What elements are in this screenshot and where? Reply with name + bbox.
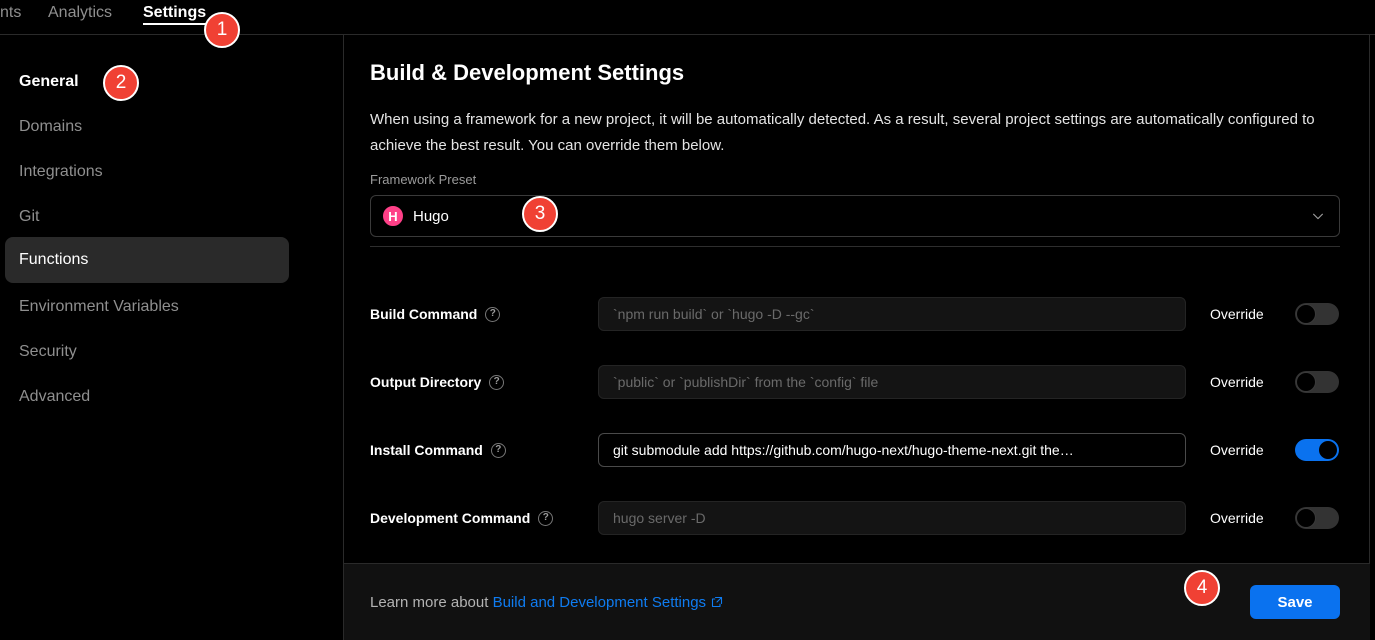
development-command-placeholder: hugo server -D xyxy=(613,510,706,526)
output-directory-override-label: Override xyxy=(1210,365,1264,399)
build-command-input[interactable]: `npm run build` or `hugo -D --gc` xyxy=(598,297,1186,331)
save-button[interactable]: Save xyxy=(1250,585,1340,619)
section-divider xyxy=(370,246,1340,247)
sidebar-item-label: Environment Variables xyxy=(19,298,179,316)
framework-preset-select[interactable]: H Hugo xyxy=(370,195,1340,237)
toggle-knob xyxy=(1296,508,1316,528)
output-directory-override-toggle[interactable] xyxy=(1295,371,1339,393)
annotation-badge-3: 3 xyxy=(522,196,558,232)
form-row-install-command: Install Command ? git submodule add http… xyxy=(344,433,1370,467)
learn-more-prefix: Learn more about xyxy=(370,594,493,611)
sidebar-item-domains[interactable]: Domains xyxy=(5,104,289,150)
sidebar-item-functions[interactable]: Functions xyxy=(5,237,289,283)
sidebar-item-advanced[interactable]: Advanced xyxy=(5,374,289,420)
form-row-development-command: Development Command ? hugo server -D Ove… xyxy=(344,501,1370,535)
toggle-knob xyxy=(1296,304,1316,324)
sidebar-item-git[interactable]: Git xyxy=(5,194,289,240)
development-command-label: Development Command ? xyxy=(370,501,553,535)
output-directory-label: Output Directory ? xyxy=(370,365,504,399)
development-command-override-label: Override xyxy=(1210,501,1264,535)
question-mark-icon[interactable]: ? xyxy=(538,511,553,526)
badge-number: 3 xyxy=(535,203,546,225)
annotation-badge-1: 1 xyxy=(204,12,240,48)
row-label-text: Development Command xyxy=(370,510,530,526)
build-command-placeholder: `npm run build` or `hugo -D --gc` xyxy=(613,306,815,322)
question-mark-icon[interactable]: ? xyxy=(489,375,504,390)
build-command-override-label: Override xyxy=(1210,297,1264,331)
active-tab-indicator xyxy=(143,23,211,25)
sidebar-item-label: Functions xyxy=(19,251,88,269)
badge-number: 2 xyxy=(116,72,127,94)
settings-page: nts Analytics Settings General Domains I… xyxy=(0,0,1375,640)
row-label-text: Output Directory xyxy=(370,374,481,390)
install-command-label: Install Command ? xyxy=(370,433,506,467)
tab-settings-label: Settings xyxy=(143,4,206,21)
badge-number: 4 xyxy=(1197,577,1208,599)
sidebar-item-environment-variables[interactable]: Environment Variables xyxy=(5,284,289,330)
toggle-knob xyxy=(1318,440,1338,460)
panel-description: When using a framework for a new project… xyxy=(370,107,1335,159)
install-command-override-label: Override xyxy=(1210,433,1264,467)
badge-number: 1 xyxy=(217,19,228,41)
toggle-knob xyxy=(1296,372,1316,392)
annotation-badge-2: 2 xyxy=(103,65,139,101)
sidebar-item-label: Integrations xyxy=(19,163,103,181)
install-command-override-toggle[interactable] xyxy=(1295,439,1339,461)
framework-preset-label: Framework Preset xyxy=(370,172,476,187)
annotation-badge-4: 4 xyxy=(1184,570,1220,606)
settings-sidebar: General Domains Integrations Git Functio… xyxy=(0,35,344,640)
build-command-label: Build Command ? xyxy=(370,297,500,331)
framework-preset-value: Hugo xyxy=(413,208,449,225)
tab-analytics-label: Analytics xyxy=(48,4,112,21)
sidebar-item-label: Advanced xyxy=(19,388,90,406)
hugo-logo-letter: H xyxy=(388,209,397,224)
page-title: Build & Development Settings xyxy=(370,60,684,86)
external-link-icon[interactable] xyxy=(711,596,723,608)
build-settings-panel: Build & Development Settings When using … xyxy=(344,35,1370,640)
sidebar-item-general[interactable]: General xyxy=(5,59,289,105)
tab-analytics[interactable]: Analytics xyxy=(48,2,112,24)
hugo-logo-icon: H xyxy=(383,206,403,226)
sidebar-item-label: Git xyxy=(19,208,39,226)
tab-nts[interactable]: nts xyxy=(0,2,21,24)
sidebar-item-label: Security xyxy=(19,343,77,361)
learn-more-text: Learn more about Build and Development S… xyxy=(370,594,723,611)
output-directory-placeholder: `public` or `publishDir` from the `confi… xyxy=(613,374,878,390)
install-command-value: git submodule add https://github.com/hug… xyxy=(613,442,1074,458)
row-label-text: Install Command xyxy=(370,442,483,458)
sidebar-item-integrations[interactable]: Integrations xyxy=(5,149,289,195)
build-command-override-toggle[interactable] xyxy=(1295,303,1339,325)
panel-footer: Learn more about Build and Development S… xyxy=(344,563,1370,640)
chevron-down-icon xyxy=(1311,209,1325,223)
question-mark-icon[interactable]: ? xyxy=(485,307,500,322)
sidebar-item-label: Domains xyxy=(19,118,82,136)
sidebar-item-label: General xyxy=(19,73,79,91)
form-row-build-command: Build Command ? `npm run build` or `hugo… xyxy=(344,297,1370,331)
question-mark-icon[interactable]: ? xyxy=(491,443,506,458)
install-command-input[interactable]: git submodule add https://github.com/hug… xyxy=(598,433,1186,467)
build-settings-link[interactable]: Build and Development Settings xyxy=(493,594,706,611)
tab-settings[interactable]: Settings xyxy=(143,2,206,24)
output-directory-input[interactable]: `public` or `publishDir` from the `confi… xyxy=(598,365,1186,399)
row-label-text: Build Command xyxy=(370,306,477,322)
form-row-output-directory: Output Directory ? `public` or `publishD… xyxy=(344,365,1370,399)
tab-nts-label: nts xyxy=(0,4,21,21)
development-command-override-toggle[interactable] xyxy=(1295,507,1339,529)
development-command-input[interactable]: hugo server -D xyxy=(598,501,1186,535)
sidebar-item-security[interactable]: Security xyxy=(5,329,289,375)
